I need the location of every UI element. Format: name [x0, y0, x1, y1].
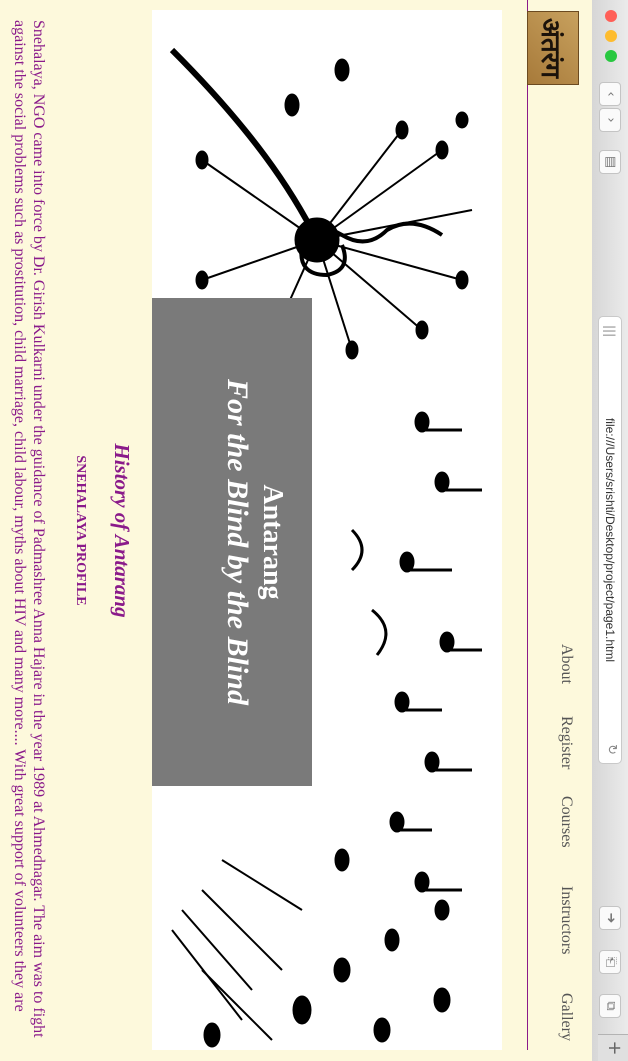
download-icon[interactable]: ➜	[599, 906, 621, 930]
hero-caption-box: Antarang For the Blind by the Blind	[152, 298, 312, 786]
nav-instructors[interactable]: Instructors	[557, 886, 575, 954]
new-tab-button[interactable]: +	[598, 1034, 628, 1061]
nav-courses[interactable]: Courses	[557, 796, 575, 848]
site-logo[interactable]: अंतरंग	[527, 11, 579, 85]
share-icon[interactable]: ⎗	[599, 950, 621, 974]
profile-paragraph: Snehalaya, NGO came into force by Dr. Gi…	[11, 20, 47, 1038]
zoom-window-icon[interactable]	[605, 50, 617, 62]
tabs-overview-icon[interactable]: ⧉	[599, 994, 621, 1018]
reload-icon[interactable]: ↻	[604, 744, 619, 755]
browser-window: ‹ › ▤ ||| file:///Users/srishti/Desktop/…	[0, 0, 628, 1061]
url-text[interactable]: file:///Users/srishti/Desktop/project/pa…	[603, 357, 617, 723]
sidebar-icon[interactable]: ▤	[599, 150, 621, 174]
section-heading: History of Antarang	[110, 443, 134, 618]
hero-banner: Antarang For the Blind by the Blind	[152, 10, 502, 1050]
nav-about[interactable]: About	[557, 644, 575, 684]
browser-toolbar: ‹ › ▤ ||| file:///Users/srishti/Desktop/…	[591, 0, 628, 1061]
nav-register[interactable]: Register	[557, 716, 575, 769]
reader-icon[interactable]: |||	[603, 325, 617, 337]
close-window-icon[interactable]	[605, 10, 617, 22]
address-bar[interactable]: ||| file:///Users/srishti/Desktop/projec…	[598, 316, 622, 764]
page-content: अंतरंग About Register Courses Instructor…	[0, 0, 592, 1061]
minimize-window-icon[interactable]	[605, 30, 617, 42]
back-button[interactable]: ‹	[599, 82, 621, 106]
nav-gallery[interactable]: Gallery	[557, 993, 575, 1041]
section-subheading: SNEHALAYA PROFILE	[73, 455, 88, 606]
hero-subtitle: For the Blind by the Blind	[221, 379, 254, 705]
site-navbar: अंतरंग About Register Courses Instructor…	[527, 0, 592, 1050]
forward-button[interactable]: ›	[599, 108, 621, 132]
hero-title: Antarang	[257, 484, 288, 600]
